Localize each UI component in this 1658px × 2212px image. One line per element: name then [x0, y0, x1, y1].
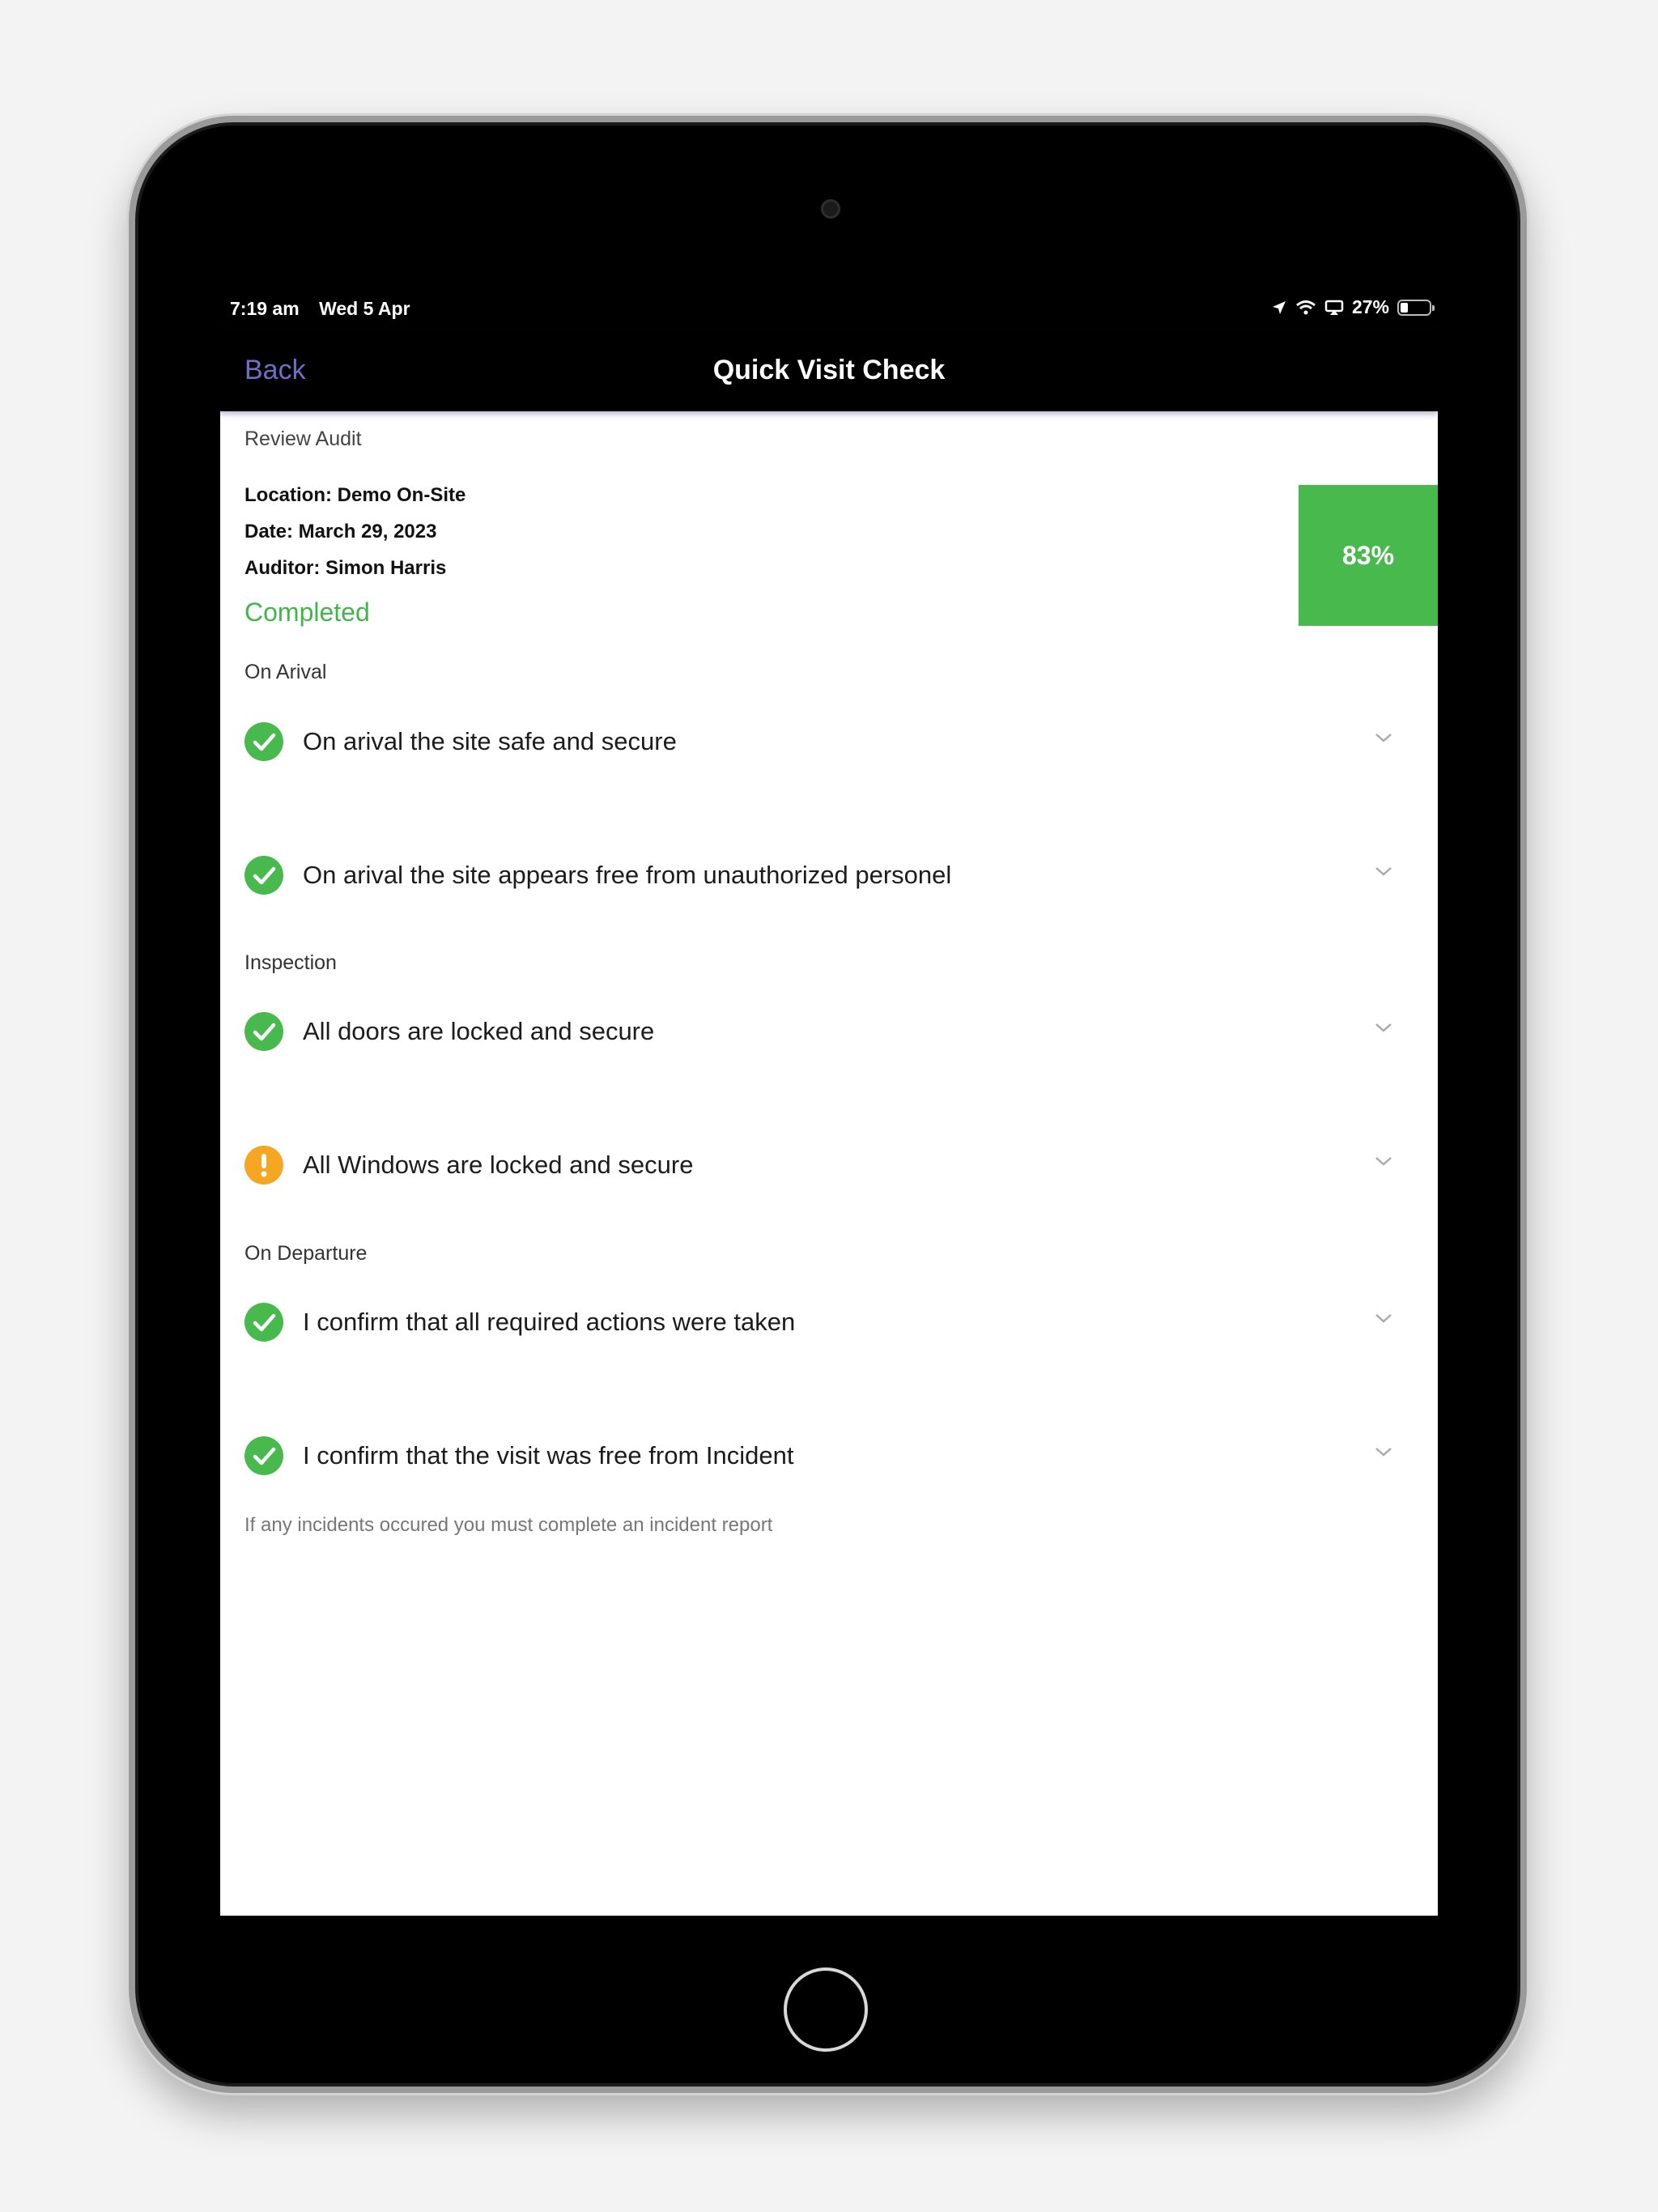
checklist-item-text: All doors are locked and secure [303, 1017, 655, 1045]
audit-auditor: Auditor: Simon Harris [244, 557, 447, 579]
battery-level [1401, 302, 1408, 313]
checklist-item-text: All Windows are locked and secure [303, 1151, 694, 1179]
chevron-down-icon[interactable] [1371, 1306, 1396, 1330]
warning-icon [244, 1146, 283, 1185]
score-badge: 83% [1299, 485, 1438, 626]
location-arrow-icon [1272, 300, 1286, 314]
section-label-on-departure: On Departure [244, 1242, 368, 1265]
section-label-on-arival: On Arival [244, 661, 327, 683]
check-icon [244, 1012, 283, 1051]
audit-status: Completed [244, 598, 370, 627]
battery-icon [1397, 299, 1435, 316]
chevron-down-icon[interactable] [1371, 725, 1396, 750]
checklist-item[interactable]: I confirm that all required actions were… [244, 1291, 1405, 1348]
check-icon [244, 856, 283, 895]
checklist-item-text: On arival the site safe and secure [303, 727, 677, 755]
battery-percent: 27% [1351, 296, 1389, 317]
app-screen: 7:19 am Wed 5 Apr 27% Back Quick Visit C… [220, 285, 1438, 1916]
navigation-bar: Back Quick Visit Check [220, 330, 1438, 411]
check-icon [244, 722, 283, 761]
checklist-item[interactable]: All Windows are locked and secure [244, 1134, 1405, 1191]
home-button[interactable] [784, 1967, 868, 2052]
status-date: Wed 5 Apr [319, 298, 410, 319]
chevron-down-icon[interactable] [1371, 1015, 1396, 1040]
checklist-item[interactable]: I confirm that the visit was free from I… [244, 1425, 1405, 1482]
audit-content: Review Audit Location: Demo On-Site Date… [220, 411, 1438, 1916]
review-audit-label: Review Audit [244, 428, 362, 450]
page-title: Quick Visit Check [712, 355, 946, 385]
section-label-inspection: Inspection [244, 951, 337, 974]
chevron-down-icon[interactable] [1371, 1149, 1396, 1173]
chevron-down-icon[interactable] [1371, 1440, 1396, 1464]
chevron-down-icon[interactable] [1371, 859, 1396, 883]
audit-date: Date: March 29, 2023 [244, 521, 437, 542]
status-time: 7:19 am [230, 298, 300, 319]
checklist-item-text: I confirm that the visit was free from I… [303, 1441, 794, 1470]
screen-mirroring-icon [1324, 300, 1344, 315]
audit-location: Location: Demo On-Site [244, 484, 466, 506]
checklist-item[interactable]: On arival the site appears free from una… [244, 844, 1405, 901]
checklist-item-text: On arival the site appears free from una… [303, 861, 952, 889]
wifi-icon [1296, 300, 1316, 314]
status-bar: 7:19 am Wed 5 Apr 27% [220, 285, 1438, 330]
checklist-item[interactable]: On arival the site safe and secure [244, 711, 1405, 768]
checklist-item-text: I confirm that all required actions were… [303, 1308, 796, 1336]
checklist-item[interactable]: All doors are locked and secure [244, 1001, 1405, 1057]
camera-dot [821, 199, 840, 219]
check-icon [244, 1303, 283, 1342]
incident-footnote: If any incidents occured you must comple… [244, 1514, 773, 1536]
check-icon [244, 1436, 283, 1475]
